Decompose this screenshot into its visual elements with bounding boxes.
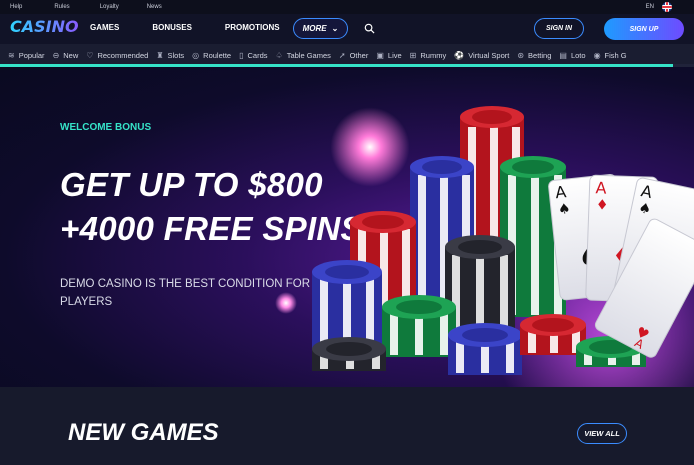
main-nav: GAMES BONUSES PROMOTIONS — [90, 23, 313, 32]
sign-in-button[interactable]: SIGN IN — [534, 18, 584, 39]
category-label: Loto — [570, 50, 586, 60]
welcome-bonus-label: WELCOME BONUS — [60, 122, 152, 133]
uk-flag-icon — [662, 2, 672, 12]
category-slots[interactable]: ♜ Slots — [156, 51, 184, 60]
category-label: Roulette — [203, 50, 232, 60]
category-label: Table Games — [286, 50, 331, 60]
rocket-icon: ➚ — [338, 50, 346, 60]
category-recommended[interactable]: ♡ Recommended — [86, 51, 148, 60]
rummy-icon: ⊞ — [409, 50, 417, 60]
nav-bonuses[interactable]: BONUSES — [152, 23, 192, 32]
language-code: EN — [645, 4, 654, 10]
heart-icon: ♡ — [86, 50, 94, 60]
page: { "util": { "links": ["Help", "Rules", "… — [0, 0, 694, 465]
live-icon: ▣ — [376, 50, 384, 60]
category-cards[interactable]: ▯ Cards — [239, 51, 267, 60]
main-header: CASINO GAMES BONUSES PROMOTIONS MORE ⌄ S… — [0, 14, 694, 44]
category-label: Fish G — [604, 50, 627, 60]
chevron-down-icon: ⌄ — [331, 24, 339, 33]
ball-icon: ⚽ — [454, 50, 465, 60]
language-selector[interactable]: EN — [646, 2, 672, 12]
category-virtual-sport[interactable]: ⚽ Virtual Sport — [454, 51, 509, 60]
category-label: Other — [349, 50, 369, 60]
nav-promotions[interactable]: PROMOTIONS — [225, 23, 280, 32]
casino-logo[interactable]: CASINO — [10, 17, 79, 36]
view-all-button[interactable]: VIEW ALL — [577, 423, 627, 444]
layers-icon: ≋ — [8, 50, 15, 60]
category-popular[interactable]: ≋ Popular — [8, 51, 45, 60]
category-rummy[interactable]: ⊞ Rummy — [410, 51, 447, 60]
more-button[interactable]: MORE ⌄ — [293, 18, 348, 39]
category-loto[interactable]: ▤ Loto — [559, 51, 585, 60]
hero-subtitle: DEMO CASINO IS THE BEST CONDITION FOR PL… — [60, 278, 311, 308]
slots-icon: ♜ — [156, 50, 164, 60]
chip-stack-green-front — [382, 295, 456, 357]
new-games-section: NEW GAMES VIEW ALL — [0, 387, 694, 465]
category-table-games[interactable]: ♤ Table Games — [276, 51, 331, 60]
casino-chips-cards-illustration: A ♠ ♠ A ♦ ♦ A ♠ ♥ A — [312, 106, 694, 375]
news-link[interactable]: News — [147, 4, 162, 10]
hero-banner[interactable]: WELCOME BONUS GET UP TO $800 +4000 FREE … — [0, 67, 694, 387]
category-label: Cards — [247, 50, 268, 60]
betting-icon: ⊛ — [517, 50, 525, 60]
category-bar: ≋ Popular ⊖ New ♡ Recommended ♜ Slots ◎ Roule… — [0, 44, 694, 66]
nav-games[interactable]: GAMES — [90, 23, 119, 32]
more-label: MORE — [302, 24, 327, 33]
cards-icon: ▯ — [239, 50, 244, 60]
category-betting[interactable]: ⊛ Betting — [517, 51, 551, 60]
loyalty-link[interactable]: Loyalty — [100, 4, 119, 10]
sign-up-button[interactable]: SIGN UP — [604, 18, 684, 40]
rules-link[interactable]: Rules — [54, 4, 69, 10]
category-label: New — [63, 50, 79, 60]
svg-text:♠: ♠ — [557, 201, 571, 218]
svg-text:A: A — [595, 178, 607, 197]
new-games-title: NEW GAMES — [68, 419, 219, 446]
fish-icon: ◉ — [593, 50, 601, 60]
utility-bar: Help Rules Loyalty News EN — [0, 0, 694, 14]
svg-text:A: A — [554, 182, 567, 202]
svg-text:♦: ♦ — [596, 197, 609, 213]
spade-icon: ♤ — [275, 50, 283, 60]
category-label: Betting — [528, 50, 552, 60]
chip-stack-black-front — [312, 337, 386, 371]
category-label: Virtual Sport — [468, 50, 510, 60]
category-new[interactable]: ⊖ New — [53, 51, 79, 60]
category-label: Recommended — [97, 50, 149, 60]
category-label: Live — [387, 50, 402, 60]
search-icon[interactable] — [364, 23, 375, 34]
category-live[interactable]: ▣ Live — [376, 51, 401, 60]
category-other[interactable]: ➚ Other — [339, 51, 368, 60]
loto-icon: ▤ — [559, 50, 567, 60]
category-label: Rummy — [420, 50, 447, 60]
help-link[interactable]: Help — [10, 4, 22, 10]
new-icon: ⊖ — [52, 50, 60, 60]
category-roulette[interactable]: ◎ Roulette — [192, 51, 231, 60]
category-label: Popular — [18, 50, 45, 60]
category-fish[interactable]: ◉ Fish G — [594, 51, 627, 60]
category-label: Slots — [167, 50, 185, 60]
roulette-icon: ◎ — [192, 50, 200, 60]
chip-stack-blue-front — [448, 323, 522, 375]
